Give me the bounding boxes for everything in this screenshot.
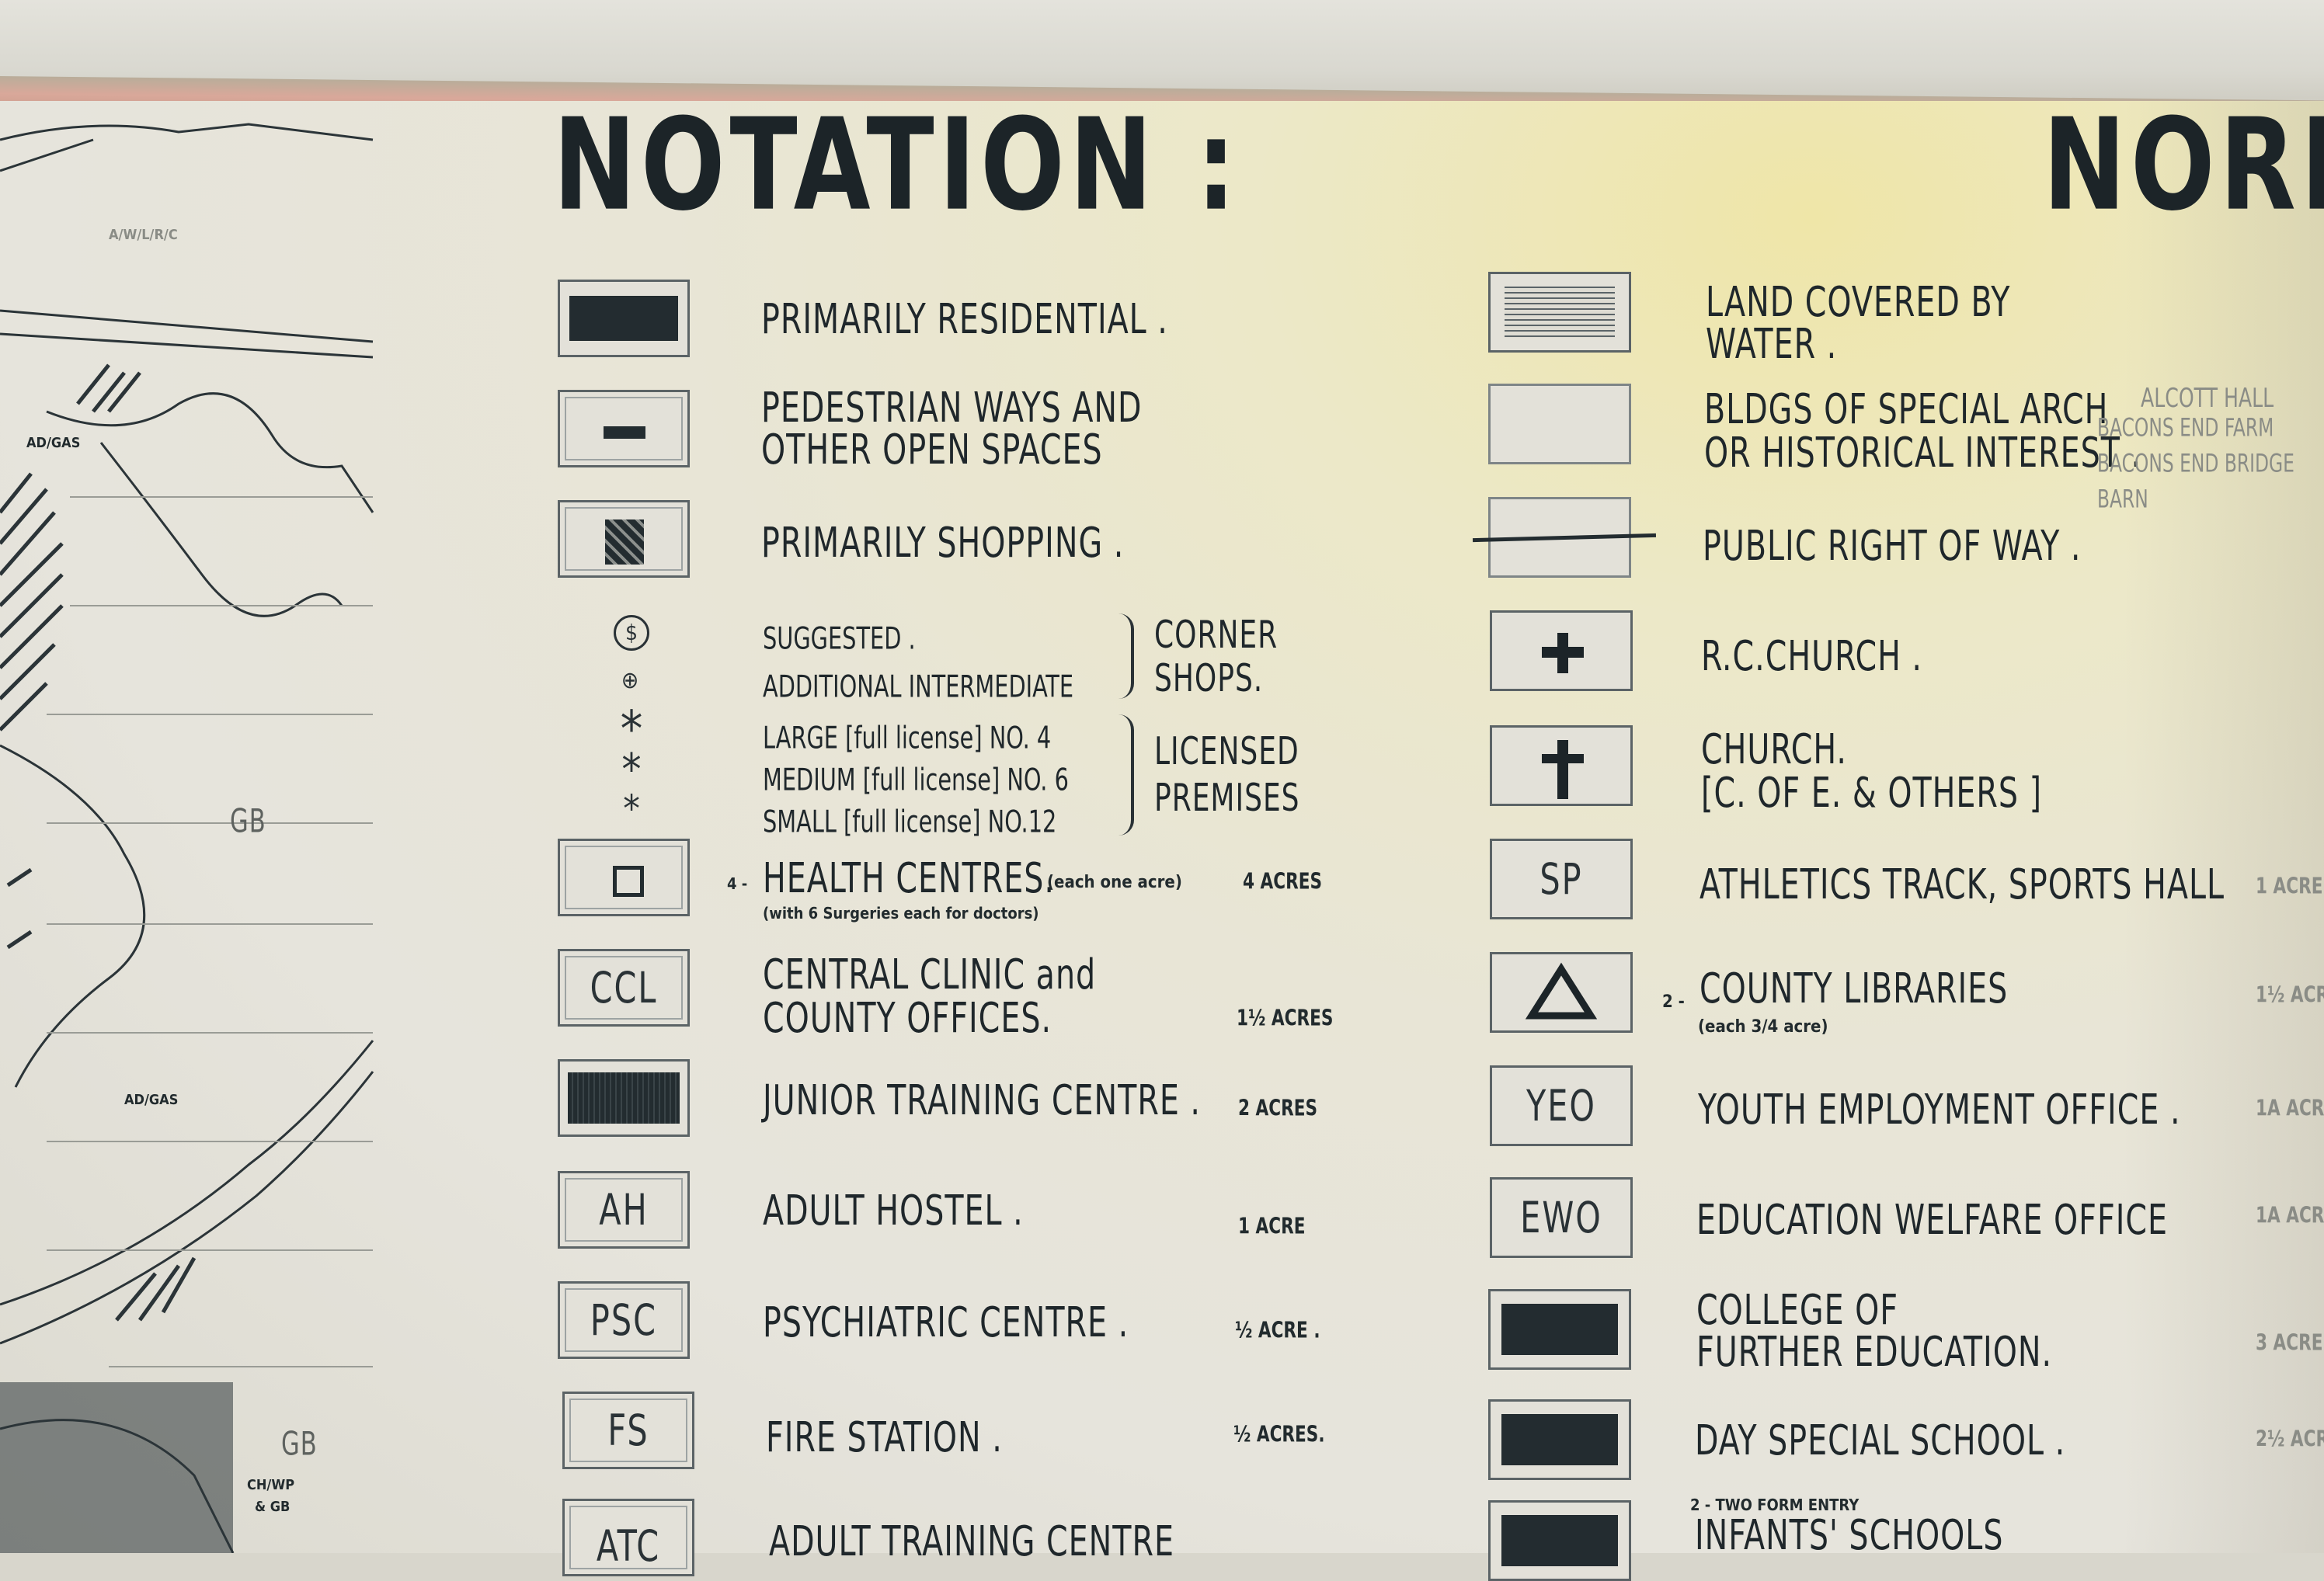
licensed-brace xyxy=(1119,714,1134,836)
licensed-medium: MEDIUM [full license] NO. 6 xyxy=(763,761,1069,798)
shopping-symbol xyxy=(558,500,690,578)
triangle-icon xyxy=(1525,962,1598,1020)
right-acres-5: 3 ACRE xyxy=(2256,1329,2323,1356)
shops-brace xyxy=(1119,613,1134,699)
legend-label-shopping: PRIMARILY SHOPPING . xyxy=(761,519,1125,568)
health-note: (each one acre) xyxy=(1047,873,1182,892)
junior-training-acres: 2 ACRES xyxy=(1238,1095,1318,1121)
church-symbol xyxy=(1490,725,1633,806)
map-label-small-b: CH/WP xyxy=(247,1477,295,1493)
legend-label-infants: INFANTS' SCHOOLS xyxy=(1695,1511,2004,1560)
historic-building-symbol xyxy=(1488,384,1631,464)
licensed-group-2: PREMISES xyxy=(1154,777,1300,821)
health-note-2: (with 6 Surgeries each for doctors) xyxy=(763,904,1039,923)
legend-label-ccl-2: COUNTY OFFICES. xyxy=(763,994,1052,1043)
library-symbol xyxy=(1490,952,1633,1033)
shops-group-2: SHOPS. xyxy=(1154,657,1264,701)
library-prefix: 2 - xyxy=(1662,992,1685,1012)
historic-building-4: BARN xyxy=(2097,485,2148,515)
map-label-ad-gas-lower: AD/GAS xyxy=(124,1092,179,1108)
ccl-symbol: CCL xyxy=(558,949,690,1027)
legend-label-health: HEALTH CENTRES. xyxy=(763,854,1056,903)
legend-label-fire-station: FIRE STATION . xyxy=(766,1413,1003,1462)
right-acres-3: 1A ACRE xyxy=(2256,1095,2324,1121)
map-label-gb-lower: GB xyxy=(281,1425,318,1464)
college-symbol xyxy=(1488,1289,1631,1370)
historic-building-3: BACONS END BRIDGE xyxy=(2097,450,2294,479)
legend-label-education-welfare: EDUCATION WELFARE OFFICE xyxy=(1696,1196,2169,1245)
ah-code: AH xyxy=(599,1184,649,1235)
legend-label-libraries: COUNTY LIBRARIES xyxy=(1700,964,2009,1013)
legend-label-youth-employment: YOUTH EMPLOYMENT OFFICE . xyxy=(1698,1086,2181,1134)
right-acres-4: 1A ACRE xyxy=(2256,1202,2324,1228)
atc-code: ATC xyxy=(596,1520,661,1572)
legend-label-college-2: FURTHER EDUCATION. xyxy=(1696,1328,2053,1377)
additional-shop-icon: ⊕ xyxy=(621,667,639,694)
junior-training-symbol xyxy=(558,1059,690,1137)
legend-label-historic-2: OR HISTORICAL INTEREST . xyxy=(1704,429,2142,478)
water-symbol xyxy=(1488,272,1631,353)
sp-symbol: SP xyxy=(1490,839,1633,919)
adult-hostel-acres: 1 ACRE xyxy=(1238,1213,1306,1239)
health-acres: 4 ACRES xyxy=(1243,868,1323,895)
infants-school-symbol xyxy=(1488,1500,1631,1581)
dollar-icon: $ xyxy=(614,615,649,651)
map-label-small-a: A/W/L/R/C xyxy=(109,227,178,243)
fs-code: FS xyxy=(607,1405,649,1456)
historic-building-2: BACONS END FARM xyxy=(2097,414,2274,443)
health-prefix: 4 - xyxy=(727,874,748,893)
legend-label-church-2: [C. OF E. & OTHERS ] xyxy=(1701,769,2043,818)
legend-label-adult-hostel: ADULT HOSTEL . xyxy=(763,1187,1024,1235)
right-acres-1: 1 ACRE xyxy=(2256,873,2323,899)
licensed-large: LARGE [full license] NO. 4 xyxy=(763,719,1052,756)
fs-symbol: FS xyxy=(562,1392,694,1469)
legend-label-pedestrian-2: OTHER OPEN SPACES xyxy=(761,426,1103,474)
map-label-gb-upper: GB xyxy=(230,802,266,841)
map-label-small-c: & GB xyxy=(255,1499,290,1515)
shops-suggested: SUGGESTED . xyxy=(763,620,916,657)
legend-label-junior-training: JUNIOR TRAINING CENTRE . xyxy=(763,1076,1201,1125)
legend-label-psychiatric: PSYCHIATRIC CENTRE . xyxy=(763,1298,1129,1347)
legend-label-day-special-school: DAY SPECIAL SCHOOL . xyxy=(1695,1416,2066,1465)
day-special-school-symbol xyxy=(1488,1399,1631,1480)
psc-symbol: PSC xyxy=(558,1281,690,1359)
asterisk-small-icon: * xyxy=(623,787,640,831)
page-title-right: NORI xyxy=(2043,92,2324,239)
rc-church-symbol xyxy=(1490,610,1633,691)
yeo-code: YEO xyxy=(1526,1080,1596,1131)
ewo-symbol: EWO xyxy=(1490,1177,1633,1258)
sp-code: SP xyxy=(1539,853,1583,905)
yeo-symbol: YEO xyxy=(1490,1065,1633,1146)
ewo-code: EWO xyxy=(1520,1192,1602,1243)
right-acres-2: 1½ ACRE xyxy=(2256,982,2324,1008)
ccl-acres: 1½ ACRES xyxy=(1237,1005,1334,1031)
ccl-code: CCL xyxy=(590,962,658,1013)
ah-symbol: AH xyxy=(558,1171,690,1249)
legend-label-water-2: WATER . xyxy=(1706,320,1838,369)
psc-code: PSC xyxy=(590,1294,658,1346)
asterisk-medium-icon: * xyxy=(621,745,642,795)
residential-symbol xyxy=(558,280,690,357)
library-note: (each 3/4 acre) xyxy=(1698,1017,1828,1037)
atc-symbol: ATC xyxy=(562,1499,694,1576)
legend-label-adult-training: ADULT TRAINING CENTRE xyxy=(769,1517,1174,1566)
health-centre-symbol xyxy=(558,839,690,916)
fire-station-acres: ½ ACRES. xyxy=(1233,1421,1325,1447)
page-title: NOTATION : xyxy=(553,92,1241,239)
licensed-group: LICENSED xyxy=(1154,730,1299,774)
legend-label-rc-church: R.C.CHURCH . xyxy=(1701,632,1923,681)
shops-additional: ADDITIONAL INTERMEDIATE xyxy=(763,668,1074,705)
legend-label-right-of-way: PUBLIC RIGHT OF WAY . xyxy=(1703,522,2082,571)
licensed-small: SMALL [full license] NO.12 xyxy=(763,803,1057,840)
psychiatric-acres: ½ ACRE . xyxy=(1235,1317,1320,1343)
map-label-ad-gas: AD/GAS xyxy=(26,435,81,451)
right-acres-6: 2½ ACRE xyxy=(2256,1426,2324,1452)
map-fragment xyxy=(0,123,374,1553)
legend-label-athletics: ATHLETICS TRACK, SPORTS HALL xyxy=(1700,860,2225,909)
legend-label-residential: PRIMARILY RESIDENTIAL . xyxy=(761,295,1168,344)
pedestrian-symbol xyxy=(558,390,690,467)
